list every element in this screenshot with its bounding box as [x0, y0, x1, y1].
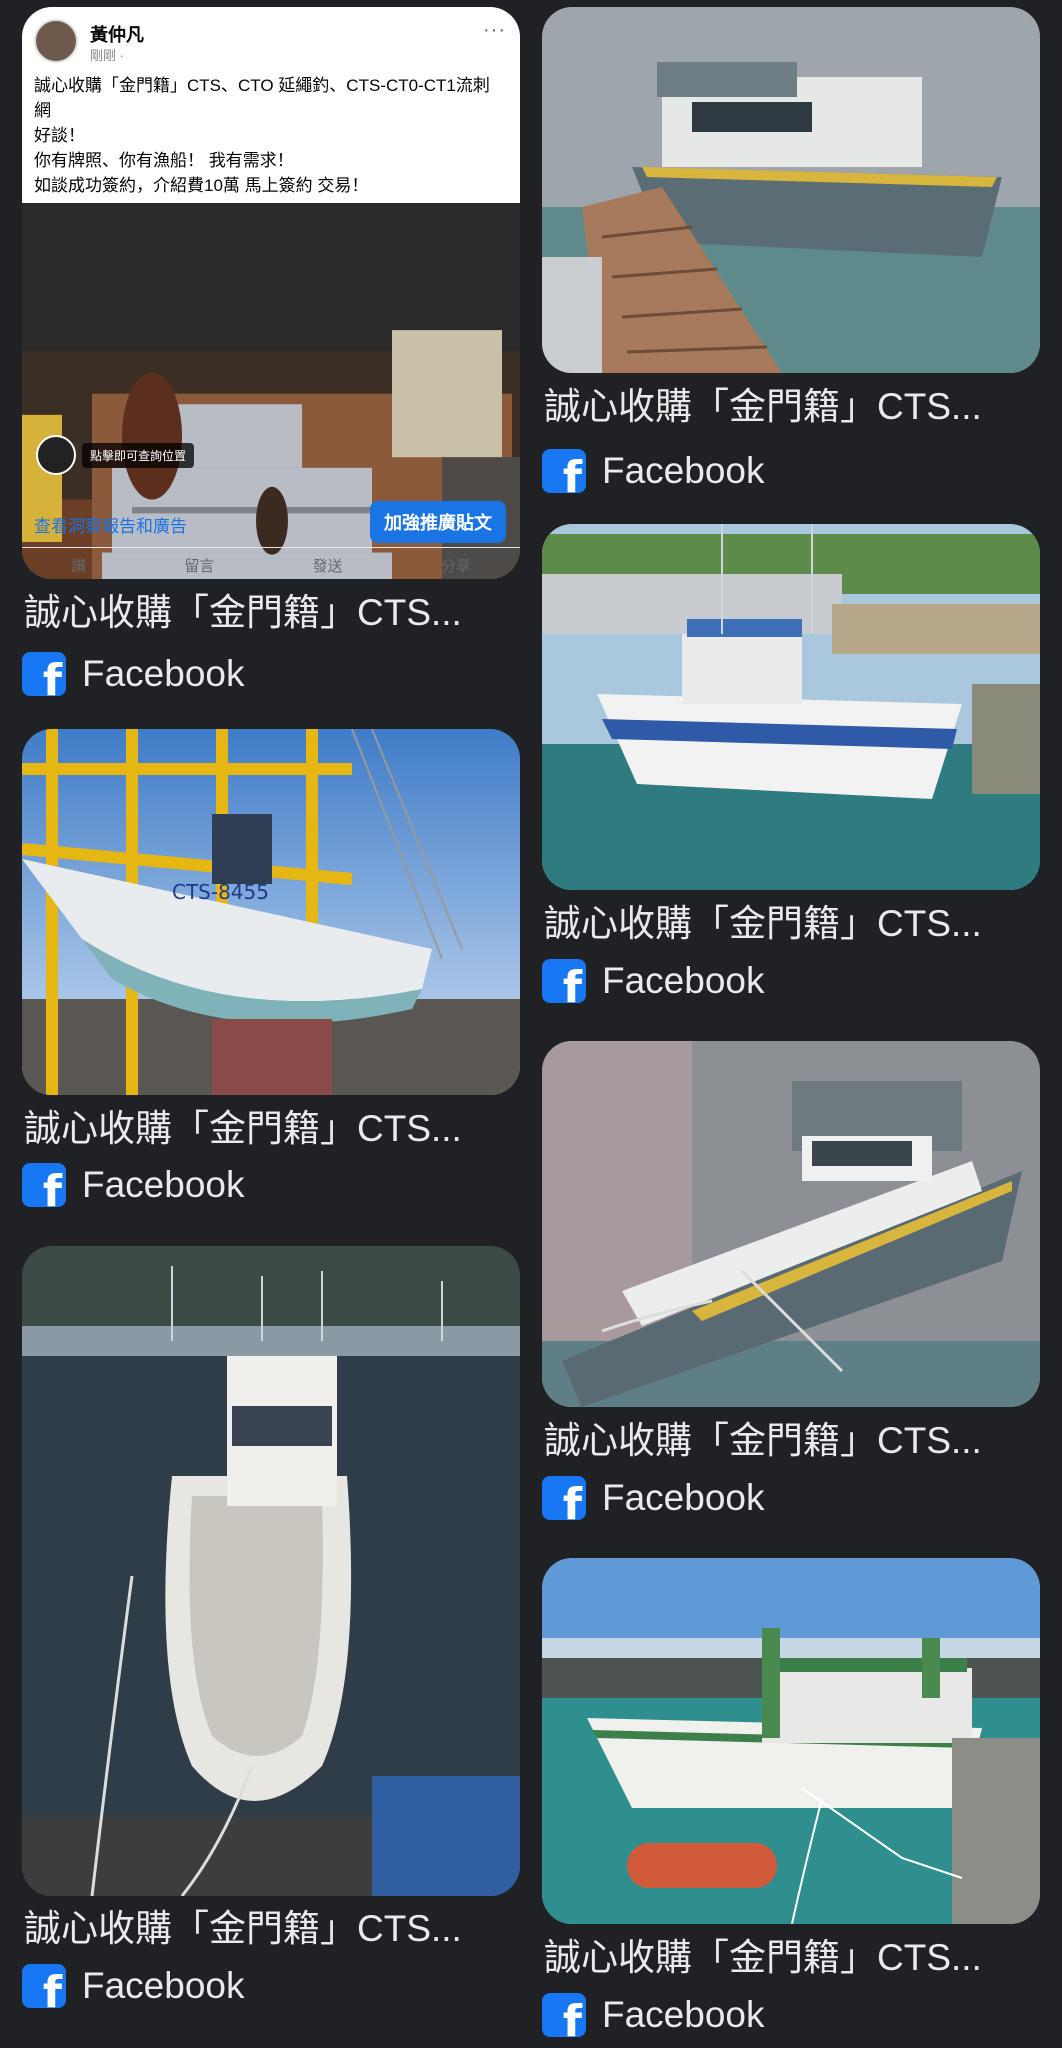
facebook-icon: f — [22, 1964, 66, 2008]
result-source[interactable]: f Facebook — [22, 1963, 245, 2009]
white-boat-at-pier-image — [22, 1246, 520, 1896]
share-action: 分享 — [440, 558, 471, 575]
facebook-icon: f — [542, 1993, 586, 2037]
source-name: Facebook — [602, 1994, 765, 2035]
post-time: 剛剛 · — [90, 48, 124, 63]
result-thumbnail[interactable] — [22, 1246, 520, 1896]
result-thumbnail[interactable] — [542, 524, 1040, 890]
result-title[interactable]: 誠心收購「金門籍」CTS... — [24, 591, 520, 635]
result-source[interactable]: f Facebook — [542, 1992, 765, 2038]
source-name: Facebook — [602, 1477, 765, 1518]
avatar — [34, 19, 78, 63]
location-label: 點擊即可查詢位置 — [82, 443, 195, 468]
image-results-grid: 黃仲凡 剛剛 · ··· 誠心收購「金門籍」CTS、CTO 延繩釣、CTS-CT… — [0, 0, 1062, 2048]
result-source[interactable]: f Facebook — [22, 1162, 245, 1208]
result-title[interactable]: 誠心收購「金門籍」CTS... — [544, 385, 1040, 429]
facebook-icon: f — [542, 449, 586, 493]
like-action: 讚 — [71, 558, 87, 575]
result-title[interactable]: 誠心收購「金門籍」CTS... — [24, 1907, 520, 1951]
comment-action: 留言 — [184, 558, 215, 575]
result-title[interactable]: 誠心收購「金門籍」CTS... — [24, 1107, 520, 1151]
result-title[interactable]: 誠心收購「金門籍」CTS... — [544, 1936, 1040, 1980]
source-name: Facebook — [602, 960, 765, 1001]
result-source[interactable]: f Facebook — [542, 448, 765, 494]
source-name: Facebook — [82, 653, 245, 694]
result-title[interactable]: 誠心收購「金門籍」CTS... — [544, 1419, 1040, 1463]
boat-in-dry-dock-image: CTS-8455 — [22, 729, 520, 1095]
result-thumbnail[interactable] — [542, 1558, 1040, 1924]
result-thumbnail[interactable]: CTS-8455 — [22, 729, 520, 1095]
result-source[interactable]: f Facebook — [542, 1475, 765, 1521]
result-thumbnail[interactable] — [542, 1041, 1040, 1407]
source-name: Facebook — [82, 1965, 245, 2006]
facebook-icon: f — [22, 652, 66, 696]
result-thumbnail[interactable] — [542, 7, 1040, 373]
facebook-icon: f — [542, 959, 586, 1003]
facebook-post-preview: 黃仲凡 剛剛 · ··· 誠心收購「金門籍」CTS、CTO 延繩釣、CTS-CT… — [22, 7, 520, 579]
send-action: 發送 — [312, 558, 343, 575]
location-pin-icon — [36, 435, 76, 475]
post-author: 黃仲凡 — [90, 25, 144, 45]
source-name: Facebook — [82, 1164, 245, 1205]
hull-number: CTS-8455 — [172, 880, 269, 904]
facebook-icon: f — [22, 1163, 66, 1207]
boost-post-button: 加強推廣貼文 — [370, 501, 506, 543]
post-text: 誠心收購「金門籍」CTS、CTO 延繩釣、CTS-CT0-CT1流刺網 好談！ … — [34, 76, 490, 195]
source-name: Facebook — [602, 450, 765, 491]
insights-link: 查看洞察報告和廣告 — [34, 517, 187, 536]
blue-white-fishing-boat-image — [542, 524, 1040, 890]
facebook-icon: f — [542, 1476, 586, 1520]
result-source[interactable]: f Facebook — [542, 958, 765, 1004]
grey-boat-blurred-image — [542, 1041, 1040, 1407]
green-fishing-boat-image — [542, 1558, 1040, 1924]
post-actions: 讚 留言 發送 分享 — [22, 547, 520, 579]
result-source[interactable]: f Facebook — [22, 651, 245, 697]
more-icon: ··· — [483, 19, 506, 41]
grey-boat-at-dock-image — [542, 7, 1040, 373]
result-title[interactable]: 誠心收購「金門籍」CTS... — [544, 902, 1040, 946]
result-thumbnail[interactable]: 黃仲凡 剛剛 · ··· 誠心收購「金門籍」CTS、CTO 延繩釣、CTS-CT… — [22, 7, 520, 579]
